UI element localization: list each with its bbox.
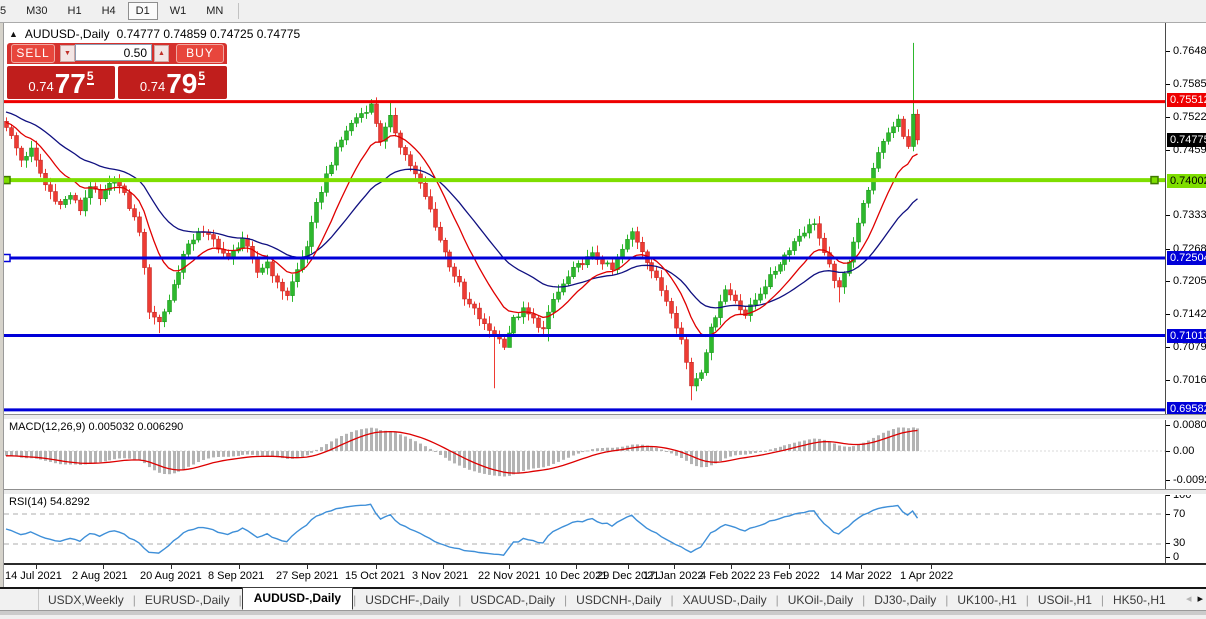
date-label: 17 Jan 2022: [643, 570, 704, 582]
tab-ukoil-daily[interactable]: UKOil-,Daily: [779, 591, 862, 609]
buy-button[interactable]: BUY: [176, 44, 224, 63]
tab-usdx-weekly[interactable]: USDX,Weekly: [39, 591, 133, 609]
date-label: 15 Oct 2021: [345, 570, 405, 582]
timeframe-button-H4[interactable]: H4: [94, 2, 124, 20]
sell-price-pips: 77: [54, 68, 86, 99]
tab-usdchf-daily[interactable]: USDCHF-,Daily: [356, 591, 458, 609]
date-tick: [443, 565, 444, 569]
date-label: 4 Feb 2022: [700, 570, 756, 582]
rsi-panel-separator[interactable]: [0, 489, 1206, 495]
date-label: 22 Nov 2021: [478, 570, 541, 582]
date-label: 20 Aug 2021: [140, 570, 202, 582]
tab-usdcad-daily[interactable]: USDCAD-,Daily: [461, 591, 564, 609]
date-tick: [861, 565, 862, 569]
trade-panel-top-row: SELL ▼ ▲ BUY: [7, 43, 227, 64]
date-tick: [36, 565, 37, 569]
date-label: 23 Feb 2022: [758, 570, 820, 582]
date-tick: [509, 565, 510, 569]
tab-scroll-right-icon[interactable]: ▸: [1197, 592, 1203, 605]
date-tick: [171, 565, 172, 569]
volume-input[interactable]: [75, 44, 152, 61]
timeframe-button-MN[interactable]: MN: [198, 2, 231, 20]
timeframe-button-H1[interactable]: H1: [60, 2, 90, 20]
buy-price-button[interactable]: 0.74 79 5: [118, 66, 227, 99]
volume-increase-icon[interactable]: ▲: [154, 45, 169, 62]
chart-title-row: ▲ AUDUSD-,Daily 0.74777 0.74859 0.74725 …: [9, 27, 300, 41]
date-tick: [931, 565, 932, 569]
timeframe-button-W1[interactable]: W1: [162, 2, 195, 20]
date-tick: [103, 565, 104, 569]
chart-symbol-period: AUDUSD-,Daily: [24, 27, 110, 41]
volume-decrease-icon[interactable]: ▼: [60, 45, 75, 62]
sell-price-prefix: 0.74: [28, 79, 54, 94]
rsi-indicator-label: RSI(14) 54.8292: [9, 496, 90, 508]
date-tick: [628, 565, 629, 569]
collapse-trade-panel-icon[interactable]: ▲: [9, 29, 18, 39]
date-tick: [239, 565, 240, 569]
sell-price-button[interactable]: 0.74 77 5: [7, 66, 115, 99]
timeframe-button-M30[interactable]: M30: [18, 2, 55, 20]
tab-uk100-h1[interactable]: UK100-,H1: [948, 591, 1025, 609]
time-axis[interactable]: 14 Jul 2021 2 Aug 2021 20 Aug 2021 8 Sep 20…: [0, 563, 1206, 589]
chart-ohlc-values: 0.74777 0.74859 0.74725 0.74775: [116, 27, 301, 41]
tab-bar-lead-notch: [0, 589, 39, 610]
date-label: 3 Nov 2021: [412, 570, 469, 582]
sell-button[interactable]: SELL: [11, 44, 55, 63]
date-label: 14 Jul 2021: [5, 570, 62, 582]
date-tick: [376, 565, 377, 569]
chart-tab-bar: USDX,Weekly | EURUSD-,Daily | AUDUSD-,Daily |…: [0, 586, 1206, 610]
tab-usdcnh-daily[interactable]: USDCNH-,Daily: [567, 591, 670, 609]
tab-scroll-arrows: ◂ ▸: [1186, 592, 1203, 605]
date-label: 2 Aug 2021: [72, 570, 128, 582]
date-label: 14 Mar 2022: [830, 570, 892, 582]
buy-price-pips: 79: [166, 68, 198, 99]
sell-price-point: 5: [86, 69, 94, 85]
macd-panel-separator[interactable]: [0, 414, 1206, 420]
toolbar-separator: [238, 3, 240, 19]
status-strip: [0, 610, 1206, 615]
buy-price-point: 5: [198, 69, 206, 85]
tab-dj30-daily[interactable]: DJ30-,Daily: [865, 591, 945, 609]
date-tick: [789, 565, 790, 569]
window-left-border: [0, 23, 4, 587]
one-click-trading-panel: SELL ▼ ▲ BUY 0.74 77 5 0.74 79 5: [7, 43, 227, 99]
date-tick: [731, 565, 732, 569]
price-axis: [1165, 23, 1206, 565]
date-tick: [674, 565, 675, 569]
tab-xauusd-daily[interactable]: XAUUSD-,Daily: [674, 591, 776, 609]
timeframe-toolbar: 5 M30 H1 H4 D1 W1 MN: [0, 0, 1206, 23]
tab-scroll-left-icon[interactable]: ◂: [1186, 592, 1192, 605]
date-tick: [576, 565, 577, 569]
tab-eurusd-daily[interactable]: EURUSD-,Daily: [136, 591, 239, 609]
date-label: 27 Sep 2021: [276, 570, 339, 582]
macd-indicator-label: MACD(12,26,9) 0.005032 0.006290: [9, 421, 184, 433]
date-label: 8 Sep 2021: [208, 570, 265, 582]
tab-audusd-daily[interactable]: AUDUSD-,Daily: [241, 586, 354, 610]
date-tick: [307, 565, 308, 569]
tab-usoil-h1[interactable]: USOil-,H1: [1029, 591, 1101, 609]
timeframe-button-5[interactable]: 5: [0, 2, 14, 20]
date-label: 1 Apr 2022: [900, 570, 954, 582]
timeframe-button-D1[interactable]: D1: [127, 2, 158, 20]
buy-price-prefix: 0.74: [139, 79, 166, 94]
tab-hk50-h1[interactable]: HK50-,H1: [1104, 591, 1175, 609]
